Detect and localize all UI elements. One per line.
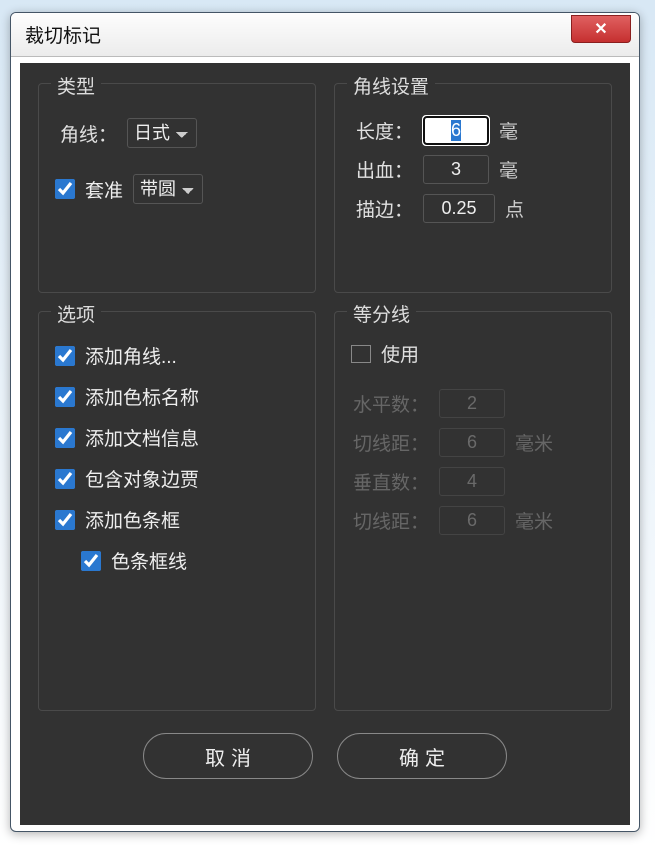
type-panel-title: 类型 [51,72,101,99]
corner-style-select[interactable]: 日式 [127,118,197,148]
division-panel-title: 等分线 [347,300,416,327]
ok-button[interactable]: 确定 [337,733,507,779]
corner-settings-title: 角线设置 [347,72,435,99]
vcount-input [439,467,505,496]
tangent1-label: 切线距： [351,429,429,456]
use-division-label: 使用 [381,340,419,367]
corner-settings-panel: 角线设置 长度： 毫 出血： 毫 描边： 点 [334,83,612,293]
division-panel: 等分线 使用 水平数： 切线距： 毫米 垂直数： [334,311,612,711]
stroke-label: 描边： [351,195,413,222]
length-label: 长度： [351,117,413,144]
cancel-button[interactable]: 取消 [143,733,313,779]
title-bar[interactable]: 裁切标记 ✕ [11,13,639,57]
opt-include-bbox-cb[interactable] [55,469,75,489]
opt-add-swatch-label: 添加色标名称 [85,383,199,410]
bleed-label: 出血： [351,156,413,183]
hcount-label: 水平数： [351,390,429,417]
type-panel: 类型 角线： 日式 套准 带圆 [38,83,316,293]
opt-colorbar-line-cb[interactable] [81,551,101,571]
corner-label: 角线： [55,120,117,147]
opt-add-corner-cb[interactable] [55,346,75,366]
opt-add-docinfo-cb[interactable] [55,428,75,448]
tangent2-unit: 毫米 [515,507,553,534]
title-text: 裁切标记 [25,21,101,48]
dialog-content: 类型 角线： 日式 套准 带圆 [20,63,630,825]
opt-add-colorbar-cb[interactable] [55,510,75,530]
vcount-label: 垂直数： [351,468,429,495]
options-panel-title: 选项 [51,300,101,327]
length-input[interactable] [423,116,489,145]
register-style-select[interactable]: 带圆 [133,174,203,204]
register-checkbox[interactable] [55,179,75,199]
close-icon: ✕ [594,19,607,39]
close-button[interactable]: ✕ [571,15,631,43]
opt-add-swatch-cb[interactable] [55,387,75,407]
bleed-input[interactable] [423,155,489,184]
dialog-window: 裁切标记 ✕ 类型 角线： 日式 套准 [10,12,640,832]
opt-include-bbox-label: 包含对象边贾 [85,465,199,492]
hcount-input [439,389,505,418]
button-row: 取消 确定 [38,733,612,779]
stroke-input[interactable] [423,194,495,223]
stroke-unit: 点 [505,195,524,222]
tangent1-unit: 毫米 [515,429,553,456]
bleed-unit: 毫 [499,156,518,183]
register-label: 套准 [85,176,123,203]
tangent2-label: 切线距： [351,507,429,534]
opt-colorbar-line-label: 色条框线 [111,547,187,574]
opt-add-corner-label: 添加角线... [85,342,177,369]
tangent2-input [439,506,505,535]
tangent1-input [439,428,505,457]
opt-add-colorbar-label: 添加色条框 [85,506,180,533]
options-panel: 选项 添加角线... 添加色标名称 添加文档信息 [38,311,316,711]
length-unit: 毫 [499,117,518,144]
use-division-checkbox[interactable] [351,345,371,363]
opt-add-docinfo-label: 添加文档信息 [85,424,199,451]
